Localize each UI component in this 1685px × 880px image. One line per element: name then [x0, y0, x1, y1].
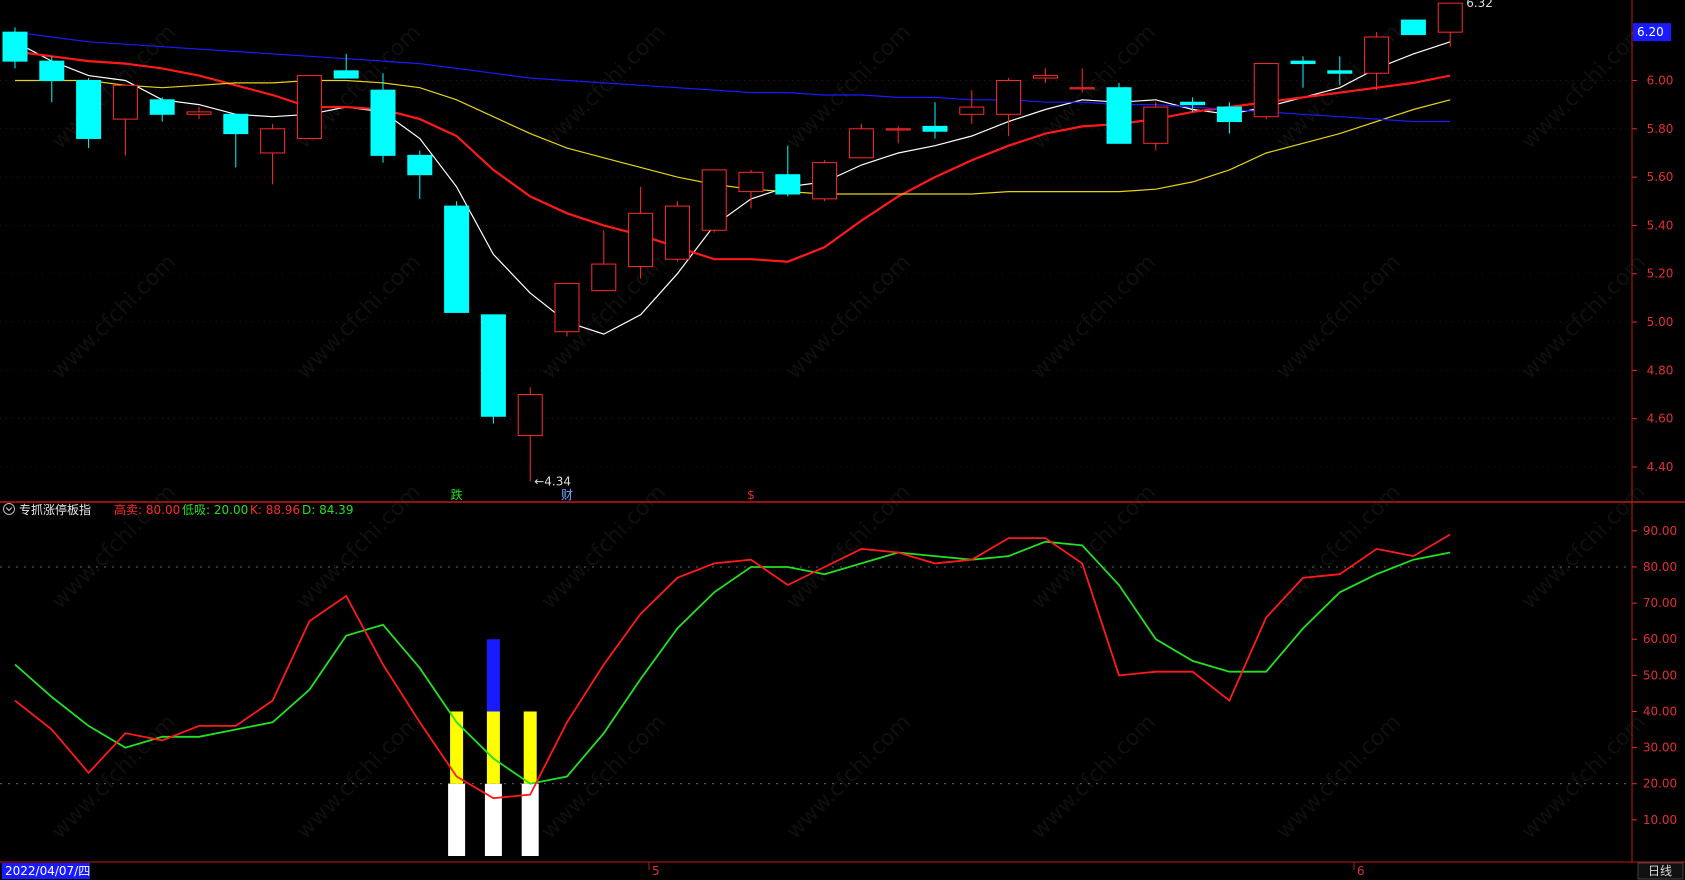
candle-body — [1180, 101, 1206, 106]
candle-body — [1106, 87, 1132, 144]
period-button-label[interactable]: 日线 — [1648, 864, 1672, 878]
candle[interactable] — [296, 75, 322, 139]
candle-body — [260, 128, 286, 154]
candle-body — [407, 154, 433, 176]
month-label-june: 6 — [1357, 864, 1365, 878]
candle[interactable] — [1143, 102, 1169, 151]
candle[interactable] — [1400, 19, 1426, 36]
indicator-tick-label: 60.00 — [1643, 632, 1677, 646]
candle-body — [480, 314, 506, 417]
candle-body — [1437, 2, 1463, 33]
price-tick-label: 4.80 — [1647, 363, 1674, 377]
indicator-tick-label: 40.00 — [1643, 704, 1677, 718]
candle[interactable] — [701, 169, 727, 233]
candle[interactable] — [812, 160, 838, 202]
candle-body — [76, 79, 102, 139]
price-tick-label: 5.20 — [1647, 267, 1674, 281]
candle-body — [39, 60, 65, 81]
k-value-label: K: 88.96 — [250, 503, 300, 517]
candle-body — [664, 205, 690, 260]
chart-background — [0, 0, 1685, 880]
candle-body — [1290, 60, 1316, 65]
candle-body — [1216, 106, 1242, 123]
blue-signal-bar — [486, 639, 500, 712]
stock-chart[interactable]: www.cfchi.com www.cfchi.com www.cfchi.com w… — [0, 0, 1685, 880]
candle-body — [738, 171, 764, 193]
high-price-marker: 6.32 — [1466, 0, 1493, 10]
candle-body — [996, 79, 1022, 115]
candle-body — [186, 111, 212, 115]
candle-body — [1400, 19, 1426, 36]
candle-body — [223, 113, 249, 135]
price-tick-label: 4.40 — [1647, 460, 1674, 474]
candle-body — [112, 84, 138, 120]
candle-body — [296, 75, 322, 139]
candle[interactable] — [1106, 82, 1132, 144]
candle-body — [591, 263, 617, 292]
indicator-tick-label: 80.00 — [1643, 560, 1677, 574]
low-buy-label: 低吸: 20.00 — [182, 503, 248, 517]
indicator-name: 专抓涨停板指 — [19, 502, 91, 517]
candle-body — [1327, 70, 1353, 74]
white-signal-bar — [448, 783, 466, 856]
candle-body — [1253, 63, 1279, 118]
candle-body — [812, 162, 838, 200]
yellow-signal-bar — [486, 711, 500, 784]
candle-body — [701, 169, 727, 231]
candle-body — [554, 282, 580, 333]
indicator-tick-label: 30.00 — [1643, 741, 1677, 755]
price-tick-label: 5.00 — [1647, 315, 1674, 329]
candle-body — [517, 394, 543, 437]
candle-body — [2, 31, 28, 62]
price-tick-label: 5.80 — [1647, 122, 1674, 136]
candle-body — [775, 174, 801, 195]
price-tick-label: 5.60 — [1647, 170, 1674, 184]
candle-body — [885, 128, 911, 131]
candle-body — [444, 205, 470, 313]
candle-body — [333, 70, 359, 79]
candle-body — [149, 99, 175, 115]
low-price-marker: ←4.34 — [534, 475, 571, 489]
candle-body — [1143, 106, 1169, 144]
candle[interactable] — [480, 314, 506, 424]
indicator-tick-label: 20.00 — [1643, 777, 1677, 791]
candle[interactable] — [848, 123, 874, 159]
month-label-may: 5 — [652, 864, 660, 878]
candle-body — [848, 128, 874, 159]
candle-body — [628, 212, 654, 267]
candle[interactable] — [664, 201, 690, 262]
price-tick-label: 6.00 — [1647, 73, 1674, 87]
date-label: 2022/04/07/四 — [5, 864, 90, 878]
candle[interactable] — [554, 282, 580, 337]
candle[interactable] — [76, 78, 102, 149]
high-sell-label: 高卖: 80.00 — [114, 502, 180, 517]
indicator-tick-label: 90.00 — [1643, 524, 1677, 538]
signal-marker-dollar: $ — [747, 488, 755, 502]
indicator-tick-label: 50.00 — [1643, 668, 1677, 682]
candle-body — [959, 106, 985, 115]
indicator-tick-label: 70.00 — [1643, 596, 1677, 610]
candle[interactable] — [444, 201, 470, 313]
signal-marker-fall: 跌 — [451, 487, 463, 502]
price-tick-label: 5.40 — [1647, 218, 1674, 232]
d-value-label: D: 84.39 — [302, 503, 353, 517]
candle[interactable] — [1253, 63, 1279, 120]
candle-body — [1364, 36, 1390, 74]
signal-marker-wealth: 财 — [561, 488, 573, 502]
candle-body — [1069, 87, 1095, 90]
indicator-tick-label: 10.00 — [1643, 813, 1677, 827]
price-tick-label: 4.60 — [1647, 412, 1674, 426]
yellow-signal-bar — [523, 711, 537, 784]
candle-body — [922, 125, 948, 132]
candle-body — [370, 89, 396, 156]
candle-body — [1032, 75, 1058, 79]
current-price-label: 6.20 — [1637, 25, 1664, 39]
